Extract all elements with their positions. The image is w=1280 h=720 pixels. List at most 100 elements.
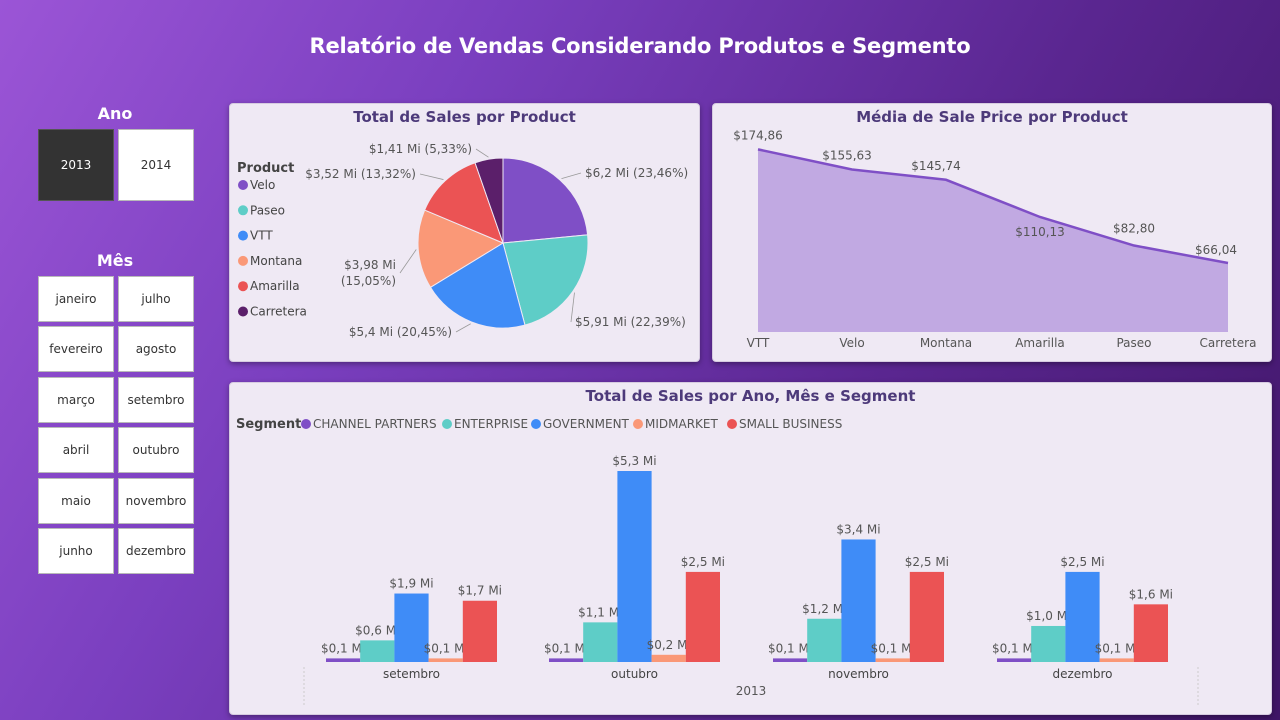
bar-setembro-0[interactable] <box>326 658 361 662</box>
x-tick-paseo: Paseo <box>1116 336 1151 350</box>
bar-data-label: $1,0 Mi <box>1026 609 1070 623</box>
bar-outubro-1[interactable] <box>583 622 618 662</box>
bar-data-label: $0,1 Mi <box>768 641 812 655</box>
x-tick-vtt: VTT <box>747 336 770 350</box>
year-option-2014[interactable]: 2014 <box>118 129 194 201</box>
legend-label-montana: Montana <box>250 254 302 268</box>
bar-dezembro-3[interactable] <box>1099 658 1134 662</box>
bar-outubro-3[interactable] <box>651 654 686 662</box>
bar-data-label: $3,4 Mi <box>836 522 880 536</box>
bar-data-label: $0,1 Mi <box>321 641 365 655</box>
bar-outubro-4[interactable] <box>685 571 720 662</box>
pie-data-label: $3,98 Mi <box>344 258 396 272</box>
area-data-label: $145,74 <box>911 159 961 173</box>
bar-dezembro-1[interactable] <box>1031 625 1066 662</box>
month-option-janeiro[interactable]: janeiro <box>38 276 114 322</box>
bar-outubro-0[interactable] <box>549 658 584 662</box>
legend-label-segment: ENTERPRISE <box>454 417 528 431</box>
pie-card: Total de Sales por Product Product Velo Pa… <box>229 103 700 362</box>
area-chart: $174,86 VTT $155,63 Velo $145,74 Montana $110,… <box>733 128 1257 350</box>
pie-data-label: $5,4 Mi (20,45%) <box>349 325 452 339</box>
bar-setembro-1[interactable] <box>360 640 395 662</box>
bar-novembro-3[interactable] <box>875 658 910 662</box>
x-tick-novembro: novembro <box>828 667 889 681</box>
legend-marker-segment <box>531 419 541 429</box>
x-tick-amarilla: Amarilla <box>1015 336 1065 350</box>
month-option-novembro[interactable]: novembro <box>118 477 194 524</box>
x-year-label: 2013 <box>736 684 767 698</box>
month-option-abril[interactable]: abril <box>38 427 114 474</box>
legend-marker-carretera <box>238 306 248 317</box>
bar-data-label: $1,7 Mi <box>458 584 502 598</box>
legend-label-velo: Velo <box>250 178 275 192</box>
data-point-montana[interactable] <box>943 177 949 183</box>
legend-label-carretera: Carretera <box>250 305 307 319</box>
x-tick-setembro: setembro <box>383 667 440 681</box>
bar-data-label: $2,5 Mi <box>681 555 725 569</box>
pie-leader-line <box>561 172 582 179</box>
data-point-amarilla[interactable] <box>1037 214 1043 220</box>
bar-data-label: $1,9 Mi <box>389 577 433 591</box>
data-point-paseo[interactable] <box>1131 243 1137 249</box>
pie-data-label: $6,2 Mi (23,46%) <box>585 166 688 180</box>
legend-label-segment: CHANNEL PARTNERS <box>313 417 437 431</box>
bar-dezembro-0[interactable] <box>997 658 1032 662</box>
bar-data-label: $0,1 Mi <box>424 641 468 655</box>
bar-dezembro-4[interactable] <box>1133 604 1168 662</box>
pie-chart: Product Velo Paseo VTT Montana Amarilla Carret… <box>237 142 688 339</box>
bar-setembro-3[interactable] <box>428 658 463 662</box>
bar-data-label: $2,5 Mi <box>1060 555 1104 569</box>
data-point-velo[interactable] <box>849 166 855 172</box>
x-tick-outubro: outubro <box>611 667 658 681</box>
data-point-carretera[interactable] <box>1225 260 1231 266</box>
bar-setembro-4[interactable] <box>462 600 497 662</box>
bar-data-label: $0,1 Mi <box>992 641 1036 655</box>
legend-marker-vtt <box>238 230 248 241</box>
legend-label-segment: MIDMARKET <box>645 417 718 431</box>
bar-data-label: $5,3 Mi <box>612 454 656 468</box>
pie-slice-velo[interactable] <box>502 157 589 244</box>
legend-label-vtt: VTT <box>250 229 273 243</box>
bar-legend-title: Segment <box>236 417 301 432</box>
month-option-julho[interactable]: julho <box>118 276 194 322</box>
area-fill <box>758 149 1228 332</box>
bar-data-label: $0,6 Mi <box>355 623 399 637</box>
area-data-label: $155,63 <box>822 148 872 162</box>
legend-marker-segment <box>301 419 311 429</box>
area-data-label: $66,04 <box>1195 243 1237 257</box>
bar-novembro-4[interactable] <box>909 571 944 662</box>
pie-data-label: $5,91 Mi (22,39%) <box>575 315 686 329</box>
bar-novembro-0[interactable] <box>773 658 808 662</box>
month-option-junho[interactable]: junho <box>38 528 114 574</box>
bar-data-label: $0,2 Mi <box>647 638 691 652</box>
month-option-dezembro[interactable]: dezembro <box>118 528 194 574</box>
bar-card: Total de Sales por Ano, Mês e Segment Se… <box>229 382 1272 715</box>
x-tick-velo: Velo <box>839 336 864 350</box>
month-option-março[interactable]: março <box>38 376 114 423</box>
pie-data-label: $3,52 Mi (13,32%) <box>305 167 416 181</box>
bar-data-label: $1,1 Mi <box>578 605 622 619</box>
ano-slicer-title: Ano <box>97 104 133 123</box>
data-point-vtt[interactable] <box>755 146 761 152</box>
month-option-outubro[interactable]: outubro <box>118 427 194 474</box>
pie-leader-line <box>475 148 489 158</box>
pie-leader-line <box>570 292 575 323</box>
bar-outubro-2[interactable] <box>617 471 652 662</box>
legend-label-segment: SMALL BUSINESS <box>739 417 842 431</box>
legend-marker-velo <box>238 180 248 190</box>
month-option-agosto[interactable]: agosto <box>118 326 194 373</box>
bar-data-label: $2,5 Mi <box>905 555 949 569</box>
pie-legend-title: Product <box>237 161 294 176</box>
month-option-fevereiro[interactable]: fevereiro <box>38 326 114 373</box>
legend-label-amarilla: Amarilla <box>250 279 300 293</box>
month-option-setembro[interactable]: setembro <box>118 376 194 423</box>
area-data-label: $174,86 <box>733 128 783 142</box>
legend-label-segment: GOVERNMENT <box>543 417 630 431</box>
year-option-2013[interactable]: 2013 <box>38 129 114 201</box>
legend-marker-segment <box>442 419 452 429</box>
month-option-maio[interactable]: maio <box>38 477 114 524</box>
x-tick-carretera: Carretera <box>1200 336 1257 350</box>
bar-novembro-1[interactable] <box>807 618 842 662</box>
pie-data-label: $1,41 Mi (5,33%) <box>369 142 472 156</box>
pie-data-label: (15,05%) <box>341 274 396 288</box>
